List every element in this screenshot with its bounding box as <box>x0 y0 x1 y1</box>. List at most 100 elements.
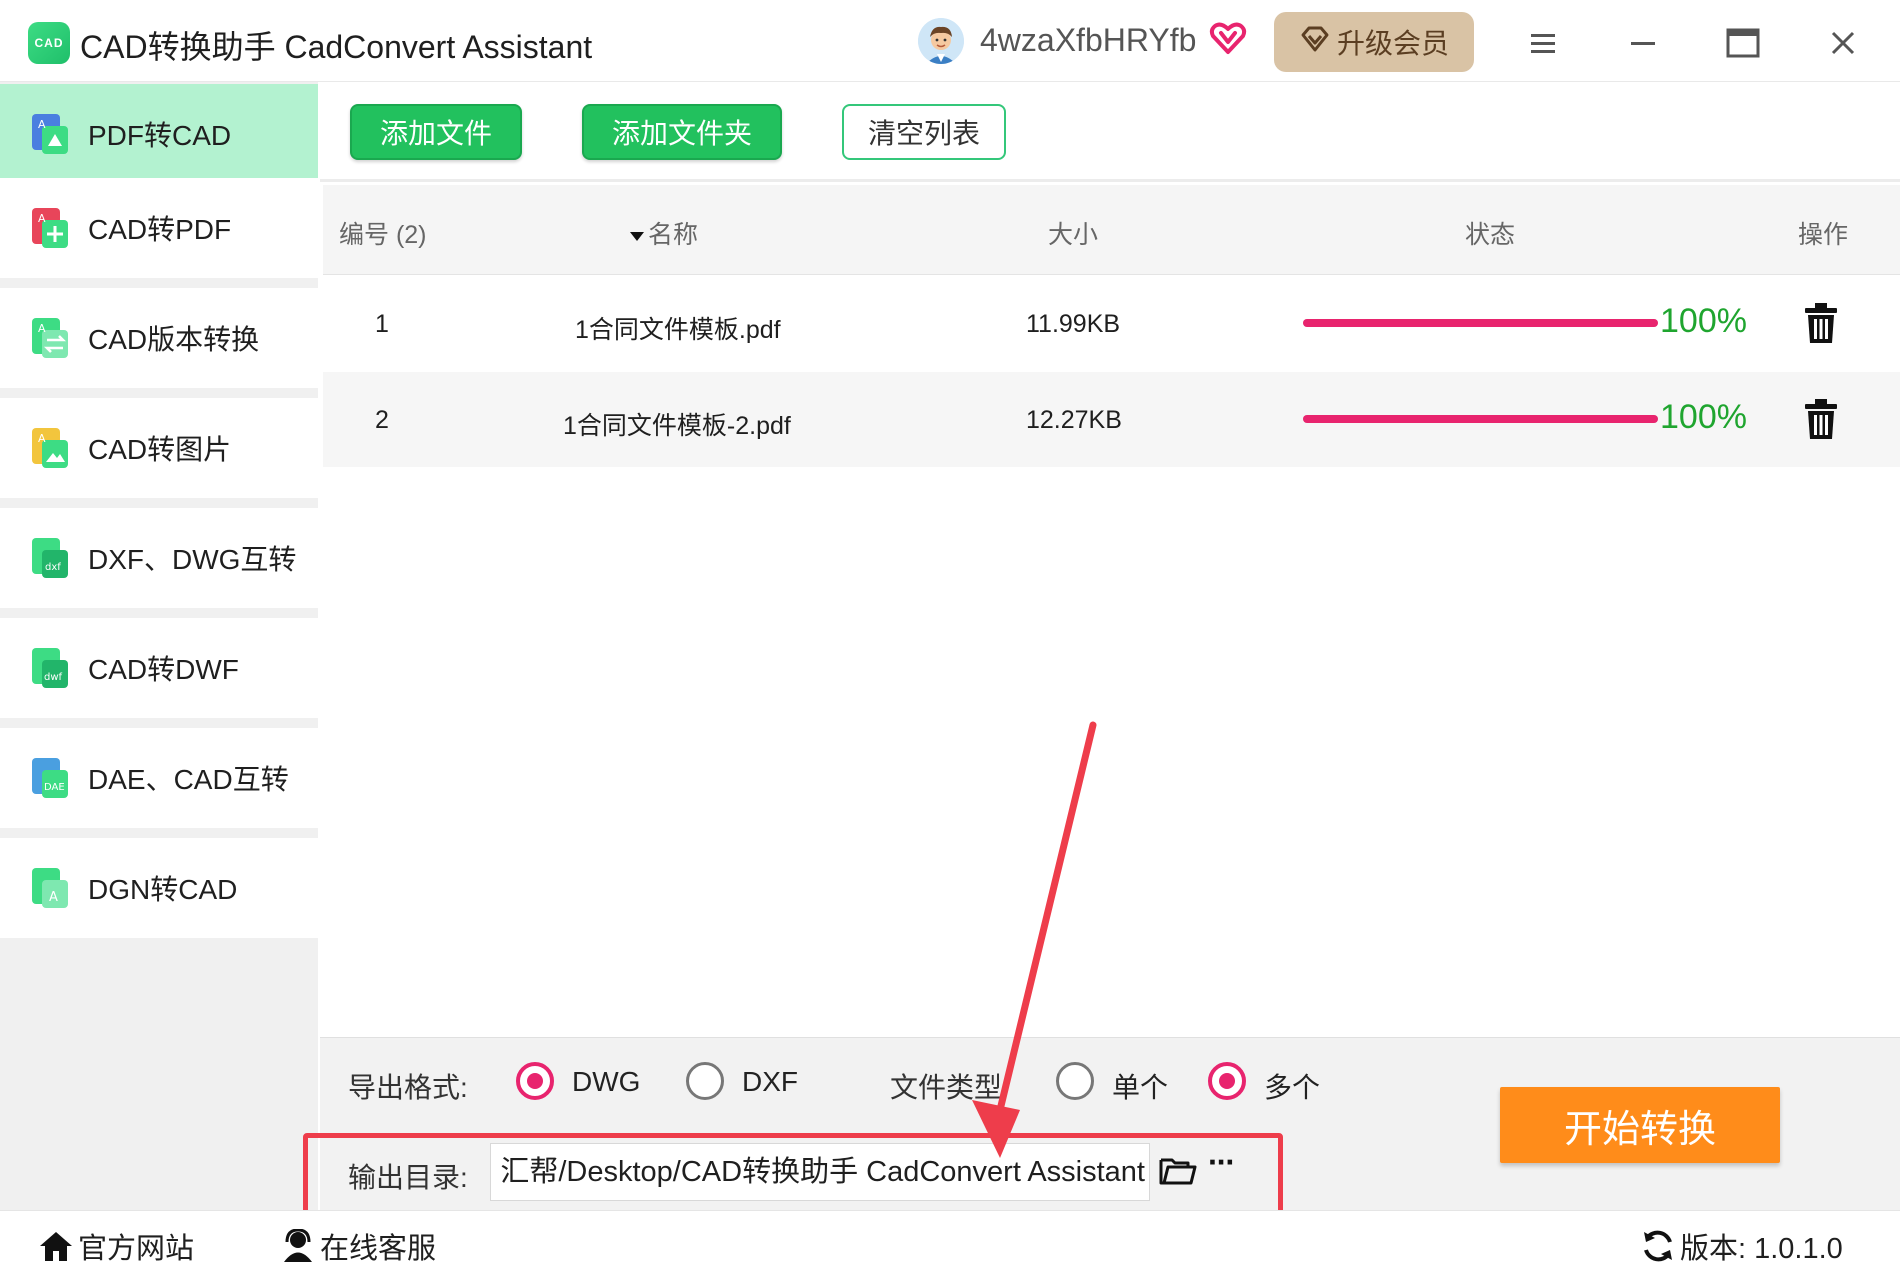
progress-percent: 100% <box>1660 302 1747 340</box>
app-title: CAD转换助手 CadConvert Assistant <box>80 29 593 65</box>
svg-text:A: A <box>49 890 58 905</box>
sidebar-item-label: PDF转CAD <box>88 120 232 151</box>
toolbar: 添加文件 添加文件夹 清空列表 <box>320 82 1900 182</box>
format-dxf-radio[interactable] <box>686 1062 724 1100</box>
clear-list-button[interactable]: 清空列表 <box>842 104 1006 160</box>
gem-icon <box>1299 23 1331 62</box>
upgrade-label: 升级会员 <box>1336 28 1449 59</box>
sidebar: A PDF转CAD A CAD转PDF A CAD版本转换 A CAD转图片 d… <box>0 82 318 1210</box>
trash-icon[interactable] <box>1803 398 1839 440</box>
column-name-label: 名称 <box>648 221 699 249</box>
row-index: 2 <box>375 406 389 434</box>
sort-down-icon <box>630 232 644 242</box>
svg-text:A: A <box>38 118 46 131</box>
format-dxf-label[interactable]: DXF <box>742 1066 798 1098</box>
progress-fill <box>1303 415 1658 423</box>
add-folder-button[interactable]: 添加文件夹 <box>582 104 782 160</box>
dgn-to-cad-icon: A <box>28 866 72 910</box>
settings-panel: 导出格式: DWG DXF 文件类型 单个 多个 输出目录: 汇帮/Deskto… <box>320 1037 1900 1210</box>
column-size-header[interactable]: 大小 <box>1048 215 1098 251</box>
column-status-header: 状态 <box>1465 221 1516 249</box>
svg-text:dxf: dxf <box>45 562 61 573</box>
sidebar-item-dxf-dwg[interactable]: dxf DXF、DWG互转 <box>0 508 318 608</box>
export-format-label: 导出格式: <box>348 1072 468 1103</box>
more-options-button[interactable]: ··· <box>1208 1144 1236 1181</box>
sidebar-item-dgn-to-cad[interactable]: A DGN转CAD <box>0 838 318 938</box>
online-support-link[interactable]: 在线客服 <box>280 1225 436 1267</box>
row-file-name: 1合同文件模板-2.pdf <box>563 412 791 440</box>
dxf-dwg-icon: dxf <box>28 536 72 580</box>
sidebar-item-label: DAE、CAD互转 <box>88 764 289 795</box>
output-dir-input[interactable]: 汇帮/Desktop/CAD转换助手 CadConvert Assistant <box>490 1143 1150 1201</box>
menu-icon[interactable] <box>1518 18 1568 68</box>
row-index: 1 <box>375 310 389 338</box>
format-dwg-radio[interactable] <box>516 1062 554 1100</box>
sidebar-item-label: CAD转DWF <box>88 654 239 685</box>
svg-text:DAE: DAE <box>44 782 65 793</box>
svg-text:A: A <box>38 322 46 335</box>
file-type-single-radio[interactable] <box>1056 1062 1094 1100</box>
file-type-multiple-radio[interactable] <box>1208 1062 1246 1100</box>
dae-cad-icon: DAE <box>28 756 72 800</box>
sidebar-item-pdf-to-cad[interactable]: A PDF转CAD <box>0 84 318 184</box>
vip-heart-icon[interactable] <box>1208 18 1248 58</box>
sidebar-item-label: CAD版本转换 <box>88 324 260 355</box>
version-info[interactable]: 版本: 1.0.1.0 <box>1640 1225 1843 1267</box>
column-name-header[interactable]: 名称 <box>628 215 698 251</box>
headset-user-icon <box>284 1229 312 1262</box>
minimize-icon[interactable] <box>1618 18 1668 68</box>
sidebar-item-label: DGN转CAD <box>88 874 238 905</box>
sidebar-item-cad-to-pdf[interactable]: A CAD转PDF <box>0 178 318 278</box>
column-action-header: 操作 <box>1798 221 1849 249</box>
home-icon <box>40 1232 72 1261</box>
username: 4wzaXfbHRYfb <box>980 22 1197 58</box>
row-file-size: 12.27KB <box>1026 406 1122 434</box>
format-dwg-label[interactable]: DWG <box>572 1066 640 1098</box>
svg-text:dwf: dwf <box>44 672 63 683</box>
start-convert-button[interactable]: 开始转换 <box>1500 1087 1780 1163</box>
sidebar-item-cad-to-image[interactable]: A CAD转图片 <box>0 398 318 498</box>
close-icon[interactable] <box>1818 18 1868 68</box>
table-row[interactable]: 1 1合同文件模板.pdf 11.99KB 100% <box>323 276 1900 372</box>
cad-to-pdf-icon: A <box>28 206 72 250</box>
cad-to-image-icon: A <box>28 426 72 470</box>
avatar[interactable] <box>918 18 964 64</box>
file-list-empty-area <box>320 467 1900 1037</box>
file-type-multiple-label[interactable]: 多个 <box>1264 1066 1320 1106</box>
trash-icon[interactable] <box>1803 302 1839 344</box>
cad-to-dwf-icon: dwf <box>28 646 72 690</box>
sidebar-item-cad-to-dwf[interactable]: dwf CAD转DWF <box>0 618 318 718</box>
table-row[interactable]: 2 1合同文件模板-2.pdf 12.27KB 100% <box>323 372 1900 468</box>
title-bar: CAD CAD转换助手 CadConvert Assistant 4wzaXfb… <box>0 0 1900 82</box>
svg-text:A: A <box>38 432 46 445</box>
upgrade-vip-button[interactable]: 升级会员 <box>1274 12 1474 72</box>
maximize-icon[interactable] <box>1718 18 1768 68</box>
sidebar-item-label: DXF、DWG互转 <box>88 544 297 575</box>
status-bar: 官方网站 在线客服 版本: 1.0.1.0 <box>0 1210 1900 1280</box>
row-file-size: 11.99KB <box>1026 310 1121 338</box>
svg-text:A: A <box>38 212 46 225</box>
table-header: 编号 (2) 名称 大小 状态 操作 <box>323 185 1900 275</box>
official-website-link[interactable]: 官方网站 <box>38 1225 194 1267</box>
progress-fill <box>1303 319 1658 327</box>
progress-bar <box>1303 319 1658 327</box>
output-dir-label: 输出目录: <box>348 1162 468 1193</box>
progress-percent: 100% <box>1660 398 1747 436</box>
sidebar-item-label: CAD转图片 <box>88 434 232 465</box>
pdf-to-cad-icon: A <box>28 112 72 156</box>
cad-version-icon: A <box>28 316 72 360</box>
column-index-header[interactable]: 编号 (2) <box>339 215 427 251</box>
sidebar-item-dae-cad[interactable]: DAE DAE、CAD互转 <box>0 728 318 828</box>
official-website-label: 官方网站 <box>78 1233 195 1265</box>
folder-icon[interactable] <box>1158 1150 1198 1190</box>
app-logo-icon: CAD <box>28 22 70 64</box>
online-support-label: 在线客服 <box>320 1233 437 1265</box>
add-file-button[interactable]: 添加文件 <box>350 104 522 160</box>
sidebar-item-label: CAD转PDF <box>88 214 232 245</box>
refresh-icon <box>1644 1230 1672 1262</box>
version-label: 版本: 1.0.1.0 <box>1680 1233 1843 1265</box>
row-file-name: 1合同文件模板.pdf <box>575 316 781 344</box>
sidebar-item-cad-version[interactable]: A CAD版本转换 <box>0 288 318 388</box>
file-type-single-label[interactable]: 单个 <box>1112 1066 1168 1106</box>
output-dir-value: 汇帮/Desktop/CAD转换助手 CadConvert Assistant <box>500 1156 1145 1188</box>
